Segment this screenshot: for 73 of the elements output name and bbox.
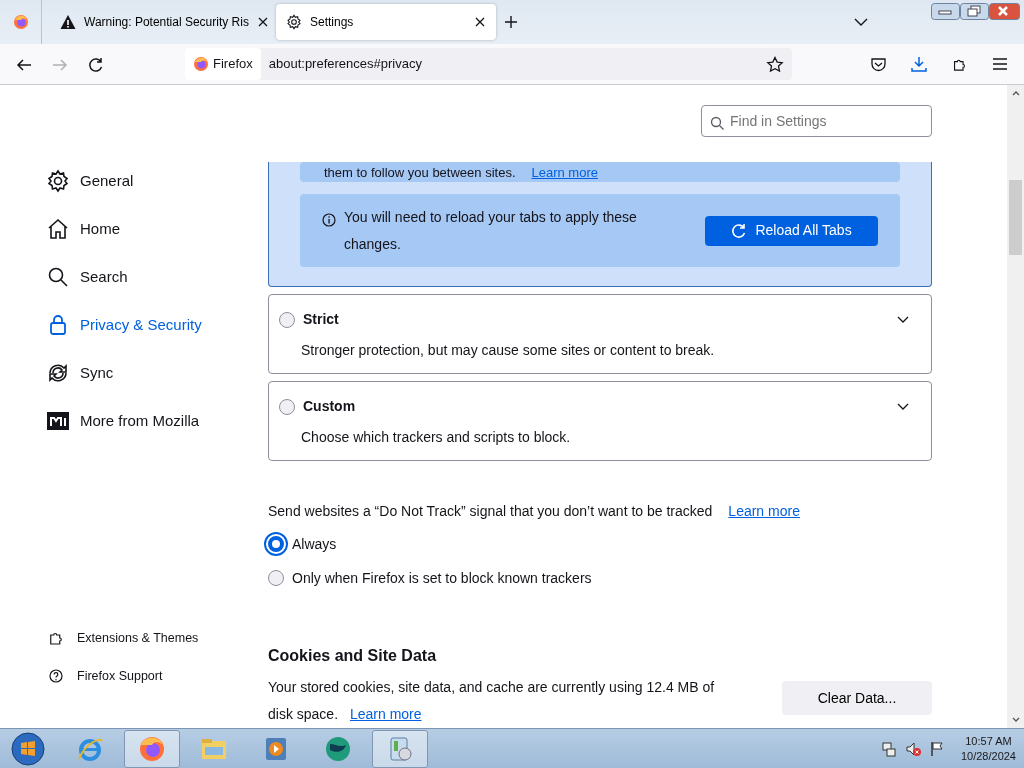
close-button[interactable] [989,3,1020,20]
browser-tab[interactable]: Warning: Potential Security Ris [50,4,272,40]
gear-icon [286,14,302,30]
radio-label: Only when Firefox is set to block known trackers [292,568,592,588]
warning-icon [60,14,76,30]
sidebar-link[interactable]: Extensions & Themes [0,619,268,657]
reload-icon [731,222,748,239]
option-description: Choose which trackers and scripts to block. [301,428,572,447]
sidebar-item[interactable]: Search [0,253,268,301]
radio-button[interactable] [268,570,284,586]
dnt-label: Send websites a “Do Not Track” signal that you don’t want to be tracked [268,502,713,521]
close-icon[interactable] [474,16,486,28]
scroll-thumb[interactable] [1009,180,1022,255]
menu-icon[interactable] [992,56,1008,72]
flag-icon[interactable] [928,740,945,757]
taskbar-button[interactable] [124,729,180,768]
sidebar-item[interactable]: More from Mozilla [0,397,268,445]
learn-more-link[interactable]: Learn more [728,501,800,522]
protection-option-card[interactable]: Custom Choose which trackers and scripts to block. [268,381,932,461]
sidebar-item[interactable]: Privacy & Security [0,301,268,349]
address-field[interactable]: about:preferences#privacy [268,54,766,74]
scroll-up-icon[interactable] [1010,89,1021,97]
scrollbar[interactable] [1007,85,1024,728]
option-description: Stronger protection, but may cause some sites or content to break. [301,341,716,360]
section-heading: Cookies and Site Data [268,646,438,666]
clear-data-button[interactable]: Clear Data... [782,681,932,715]
sidebar-item[interactable]: General [0,157,268,205]
gear-icon [46,169,70,193]
minimize-button[interactable] [931,3,960,20]
radio-button[interactable] [268,536,284,552]
cookies-description: Your stored cookies, site data, and cache are currently using 12.4 MB of disk space. Learn more [268,678,716,724]
help-icon [47,667,65,685]
radio-button[interactable] [279,311,295,328]
radio-button[interactable] [279,398,295,415]
reload-all-tabs-button[interactable]: Reload All Tabs [705,215,878,246]
home-icon [46,217,70,241]
pocket-icon[interactable] [870,56,887,72]
info-text: them to follow you between sites. [324,165,516,179]
network-icon[interactable] [880,740,897,757]
firefox-logo-icon[interactable] [12,14,29,30]
restore-button[interactable] [960,3,989,20]
search-field[interactable]: Find in Settings [701,105,932,137]
identity-button[interactable]: Firefox [185,48,261,80]
search-icon [46,265,70,289]
learn-more-link[interactable]: Learn more [349,706,422,722]
notice-text: You will need to reload your tabs to apply these changes. [344,207,638,254]
new-tab-icon[interactable] [504,15,518,29]
back-icon[interactable] [16,56,32,73]
muted-speaker-icon[interactable] [904,740,921,757]
reload-icon[interactable] [88,56,104,73]
sidebar-link[interactable]: Firefox Support [0,657,268,695]
download-icon[interactable] [911,56,927,72]
clock[interactable]: 10:57 AM 10/28/2024 [960,733,1016,764]
scroll-down-icon[interactable] [1010,716,1021,724]
firefox-logo-icon [193,56,209,72]
sidebar-item[interactable]: Sync [0,349,268,397]
windows-logo-icon [11,731,45,766]
chevron-icon[interactable] [897,403,909,410]
close-icon[interactable] [256,16,269,28]
option-title: Custom [303,397,357,416]
firefox-logo-icon [138,734,166,763]
info-icon [322,213,336,228]
option-title: Strict [303,310,340,329]
sidebar-item[interactable]: Home [0,205,268,253]
radio-label: Always [292,534,337,554]
protection-option-card[interactable]: Strict Stronger protection, but may cause some sites or content to break. [268,294,932,374]
browser-tab[interactable]: Settings [276,4,496,40]
globe-icon [324,734,352,763]
sync-icon [46,361,70,385]
tab-list-icon[interactable] [854,18,868,26]
chevron-icon[interactable] [897,316,909,323]
mozilla-icon [46,409,70,433]
star-icon[interactable] [766,56,784,74]
